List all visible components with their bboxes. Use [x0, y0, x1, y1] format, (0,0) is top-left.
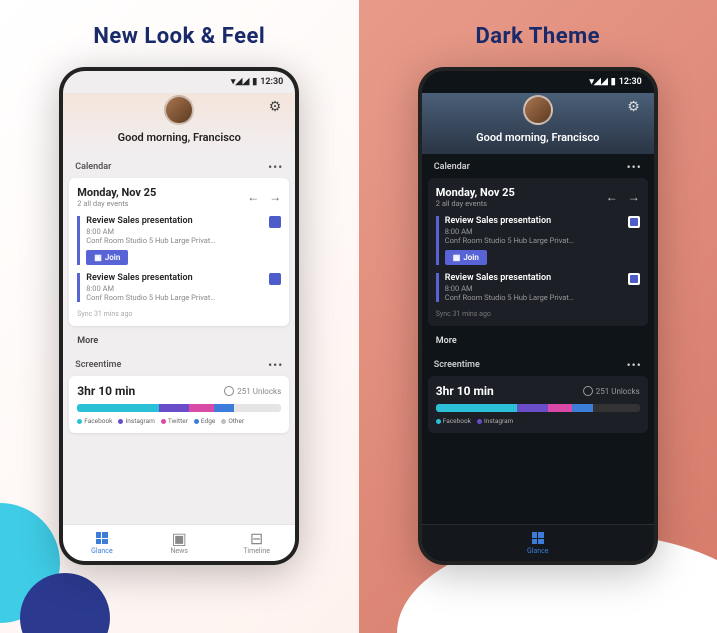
screentime-card: 3hr 10 min 251 Unlocks — [428, 376, 648, 433]
teams-icon — [269, 216, 281, 228]
calendar-section-title: Calendar — [434, 162, 470, 172]
fingerprint-icon — [583, 386, 593, 396]
bottom-nav: Glance — [422, 524, 654, 561]
event-room: Conf Room Studio 5 Hub Large Privat… — [445, 236, 605, 245]
event-title: Review Sales presentation — [445, 216, 640, 226]
screentime-section-title: Screentime — [75, 360, 121, 370]
join-label: Join — [463, 253, 479, 262]
nav-news[interactable]: ▣ News — [141, 525, 218, 561]
more-icon[interactable]: ••• — [268, 160, 283, 174]
teams-join-icon: ▦ — [94, 253, 102, 262]
calendar-event[interactable]: Review Sales presentation 8:00 AM Conf R… — [436, 273, 640, 302]
signal-icon: ▾◢◢ — [231, 77, 249, 87]
signal-icon: ▾◢◢ — [589, 77, 607, 87]
nav-timeline[interactable]: ⊟ Timeline — [218, 525, 295, 561]
status-time: 12:30 — [260, 77, 283, 87]
arrow-right-icon[interactable]: → — [628, 190, 640, 204]
teams-icon — [628, 216, 640, 228]
avatar[interactable] — [523, 95, 553, 125]
fingerprint-icon — [224, 386, 234, 396]
bottom-nav: Glance ▣ News ⊟ Timeline — [63, 524, 295, 561]
battery-icon: ▮ — [252, 77, 257, 87]
event-room: Conf Room Studio 5 Hub Large Privat… — [86, 293, 246, 302]
event-time: 8:00 AM — [445, 284, 640, 293]
teams-join-icon: ▦ — [453, 253, 461, 262]
event-title: Review Sales presentation — [445, 273, 640, 283]
screentime-bar — [436, 404, 640, 412]
teams-icon — [269, 273, 281, 285]
calendar-event[interactable]: Review Sales presentation 8:00 AM Conf R… — [77, 216, 281, 265]
event-time: 8:00 AM — [445, 227, 640, 236]
event-title: Review Sales presentation — [86, 216, 281, 226]
calendar-event[interactable]: Review Sales presentation 8:00 AM Conf R… — [77, 273, 281, 302]
screentime-legend: Facebook Instagram — [436, 417, 640, 425]
calendar-date: Monday, Nov 25 — [77, 186, 156, 199]
arrow-right-icon[interactable]: → — [269, 190, 281, 204]
panel-title-dark: Dark Theme — [475, 24, 600, 49]
gear-icon[interactable]: ⚙ — [269, 99, 282, 115]
more-icon[interactable]: ••• — [627, 160, 642, 174]
join-button[interactable]: ▦ Join — [86, 250, 128, 265]
status-bar: ▾◢◢ ▮ 12:30 — [422, 71, 654, 93]
more-link[interactable]: More — [69, 330, 289, 352]
unlocks-count: 251 Unlocks — [224, 386, 281, 396]
more-link[interactable]: More — [428, 330, 648, 352]
greeting-text: Good morning, Francisco — [476, 131, 599, 144]
arrow-left-icon[interactable]: ← — [247, 190, 259, 204]
more-icon[interactable]: ••• — [268, 358, 283, 372]
nav-glance[interactable]: Glance — [422, 525, 654, 561]
news-icon: ▣ — [172, 531, 186, 545]
more-icon[interactable]: ••• — [627, 358, 642, 372]
battery-icon: ▮ — [611, 77, 616, 87]
event-time: 8:00 AM — [86, 284, 281, 293]
screentime-card: 3hr 10 min 251 Unlocks — [69, 376, 289, 433]
status-time: 12:30 — [619, 77, 642, 87]
calendar-date: Monday, Nov 25 — [436, 186, 515, 199]
phone-frame-light: ▾◢◢ ▮ 12:30 ⚙ Good morning, Francisco Ca… — [59, 67, 299, 565]
event-time: 8:00 AM — [86, 227, 281, 236]
screentime-section-title: Screentime — [434, 360, 480, 370]
screentime-value: 3hr 10 min — [436, 384, 494, 398]
screentime-bar — [77, 404, 281, 412]
screentime-legend: Facebook Instagram Twitter Edge Other — [77, 417, 281, 425]
glance-icon — [532, 532, 544, 544]
teams-icon — [628, 273, 640, 285]
arrow-left-icon[interactable]: ← — [606, 190, 618, 204]
event-room: Conf Room Studio 5 Hub Large Privat… — [445, 293, 605, 302]
join-button[interactable]: ▦ Join — [445, 250, 487, 265]
calendar-card: Monday, Nov 25 2 all day events ← → Revi… — [428, 178, 648, 326]
event-room: Conf Room Studio 5 Hub Large Privat… — [86, 236, 246, 245]
greeting-text: Good morning, Francisco — [118, 131, 241, 144]
nav-glance[interactable]: Glance — [63, 525, 140, 561]
calendar-allday: 2 all day events — [436, 199, 515, 208]
avatar[interactable] — [164, 95, 194, 125]
sync-status: Sync 31 mins ago — [436, 310, 640, 318]
gear-icon[interactable]: ⚙ — [627, 99, 640, 115]
calendar-card: Monday, Nov 25 2 all day events ← → Revi… — [69, 178, 289, 326]
unlocks-count: 251 Unlocks — [583, 386, 640, 396]
calendar-event[interactable]: Review Sales presentation 8:00 AM Conf R… — [436, 216, 640, 265]
status-bar: ▾◢◢ ▮ 12:30 — [63, 71, 295, 93]
event-title: Review Sales presentation — [86, 273, 281, 283]
timeline-icon: ⊟ — [250, 531, 264, 545]
glance-icon — [96, 532, 108, 544]
screentime-value: 3hr 10 min — [77, 384, 135, 398]
calendar-allday: 2 all day events — [77, 199, 156, 208]
calendar-section-title: Calendar — [75, 162, 111, 172]
sync-status: Sync 31 mins ago — [77, 310, 281, 318]
panel-title-light: New Look & Feel — [93, 24, 265, 49]
phone-frame-dark: ▾◢◢ ▮ 12:30 ⚙ Good morning, Francisco Ca… — [418, 67, 658, 565]
join-label: Join — [105, 253, 121, 262]
